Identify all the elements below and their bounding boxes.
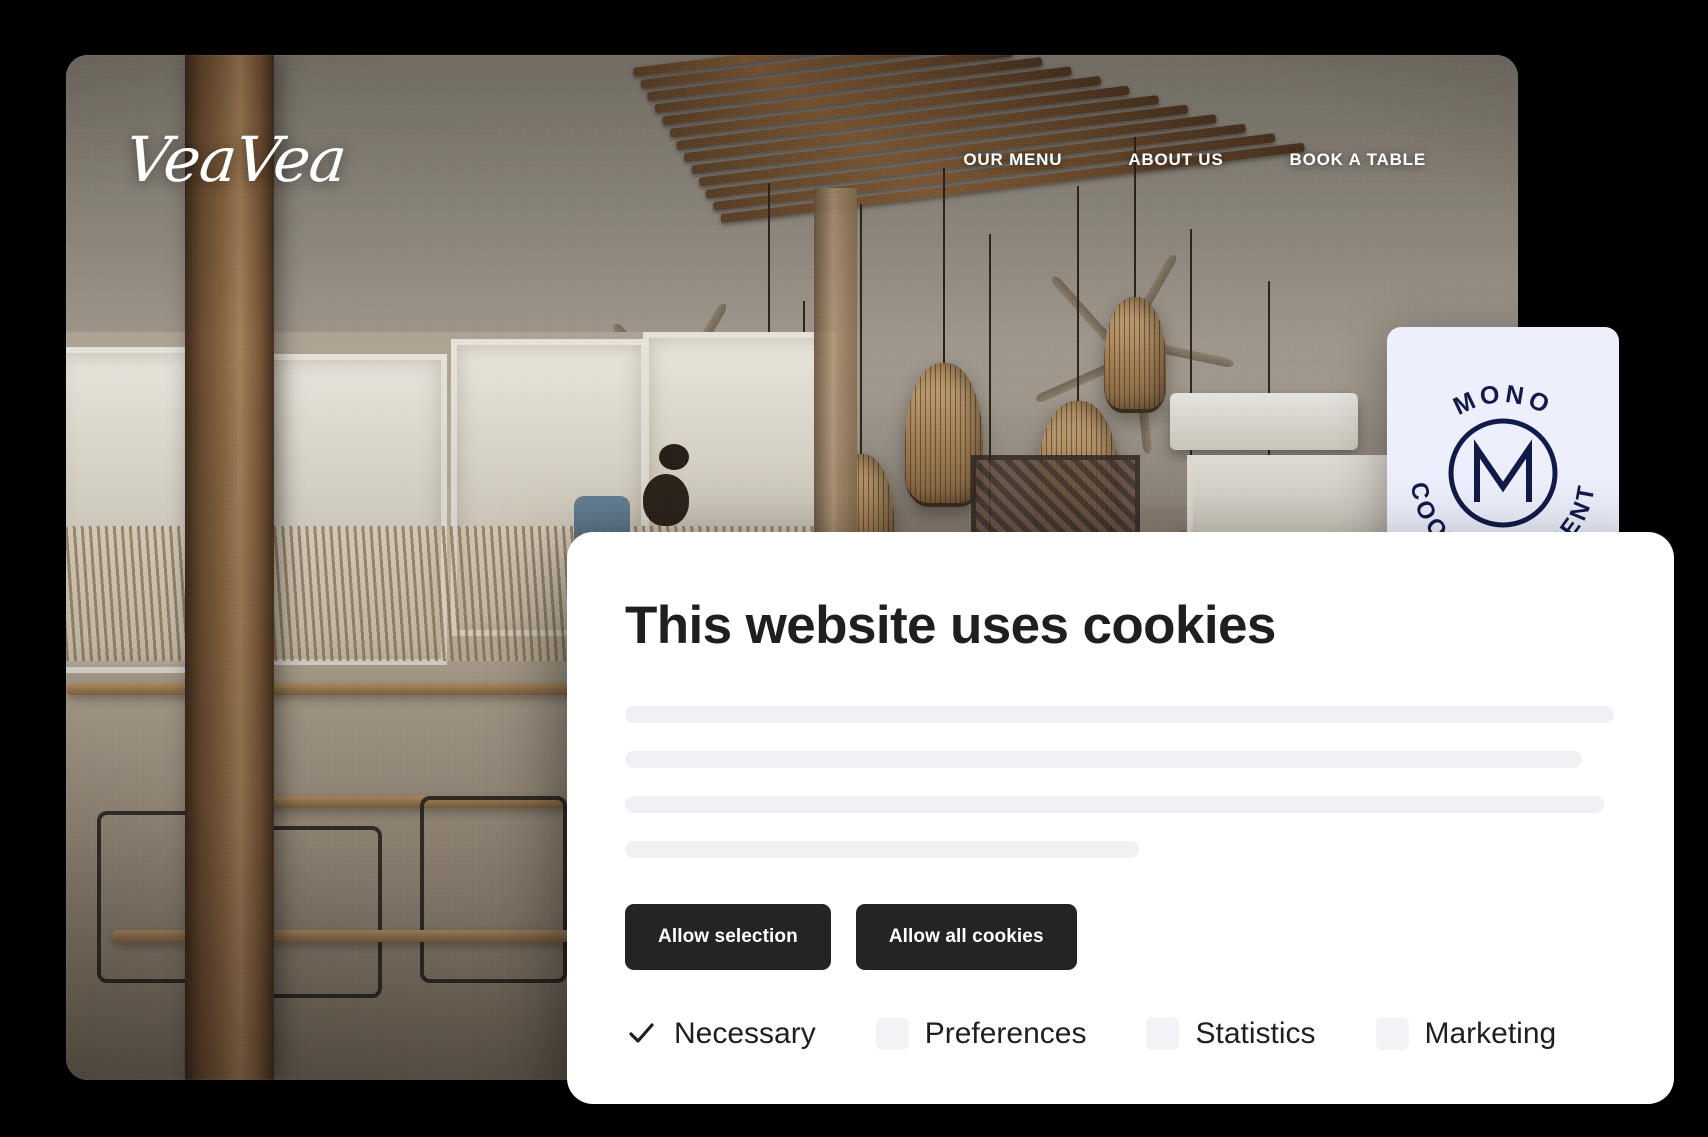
allow-selection-button[interactable]: Allow selection (625, 903, 831, 970)
nav-link-our-menu[interactable]: OUR MENU (963, 150, 1062, 170)
main-navigation: OUR MENU ABOUT US BOOK A TABLE (963, 150, 1426, 170)
placeholder-line (625, 705, 1614, 723)
cookie-category-label: Necessary (674, 1016, 816, 1050)
checkbox-statistics[interactable] (1146, 1017, 1180, 1051)
site-header: VeaVea OUR MENU ABOUT US BOOK A TABLE (66, 55, 1518, 265)
check-icon (629, 1023, 654, 1043)
cookie-category-label: Statistics (1195, 1016, 1316, 1050)
checkbox-marketing[interactable] (1375, 1017, 1409, 1051)
nav-link-about-us[interactable]: ABOUT US (1128, 150, 1223, 170)
checkbox-necessary[interactable] (625, 1017, 658, 1050)
cookie-category-list: Necessary Preferences Statistics Marketi… (625, 1017, 1614, 1051)
nav-link-book-a-table[interactable]: BOOK A TABLE (1290, 150, 1426, 170)
cookie-consent-dialog: This website uses cookies Allow selectio… (567, 532, 1674, 1104)
cookie-action-buttons: Allow selection Allow all cookies (625, 903, 1614, 970)
checkbox-preferences[interactable] (875, 1017, 909, 1051)
screenshot-stage: VeaVea OUR MENU ABOUT US BOOK A TABLE MO… (0, 0, 1708, 1137)
placeholder-line (625, 840, 1140, 858)
cookie-category-preferences[interactable]: Preferences (875, 1016, 1087, 1051)
cookie-category-statistics[interactable]: Statistics (1146, 1016, 1316, 1051)
placeholder-line (625, 795, 1605, 813)
cookie-category-necessary[interactable]: Necessary (625, 1017, 816, 1051)
allow-all-cookies-button[interactable]: Allow all cookies (855, 903, 1077, 970)
cookie-dialog-title: This website uses cookies (625, 596, 1276, 655)
placeholder-line (625, 750, 1583, 768)
brand-logo[interactable]: VeaVea (122, 123, 349, 196)
cookie-body-placeholder (625, 705, 1614, 858)
cookie-category-marketing[interactable]: Marketing (1375, 1016, 1557, 1051)
cookie-category-label: Preferences (924, 1016, 1087, 1050)
cookie-category-label: Marketing (1424, 1016, 1557, 1050)
